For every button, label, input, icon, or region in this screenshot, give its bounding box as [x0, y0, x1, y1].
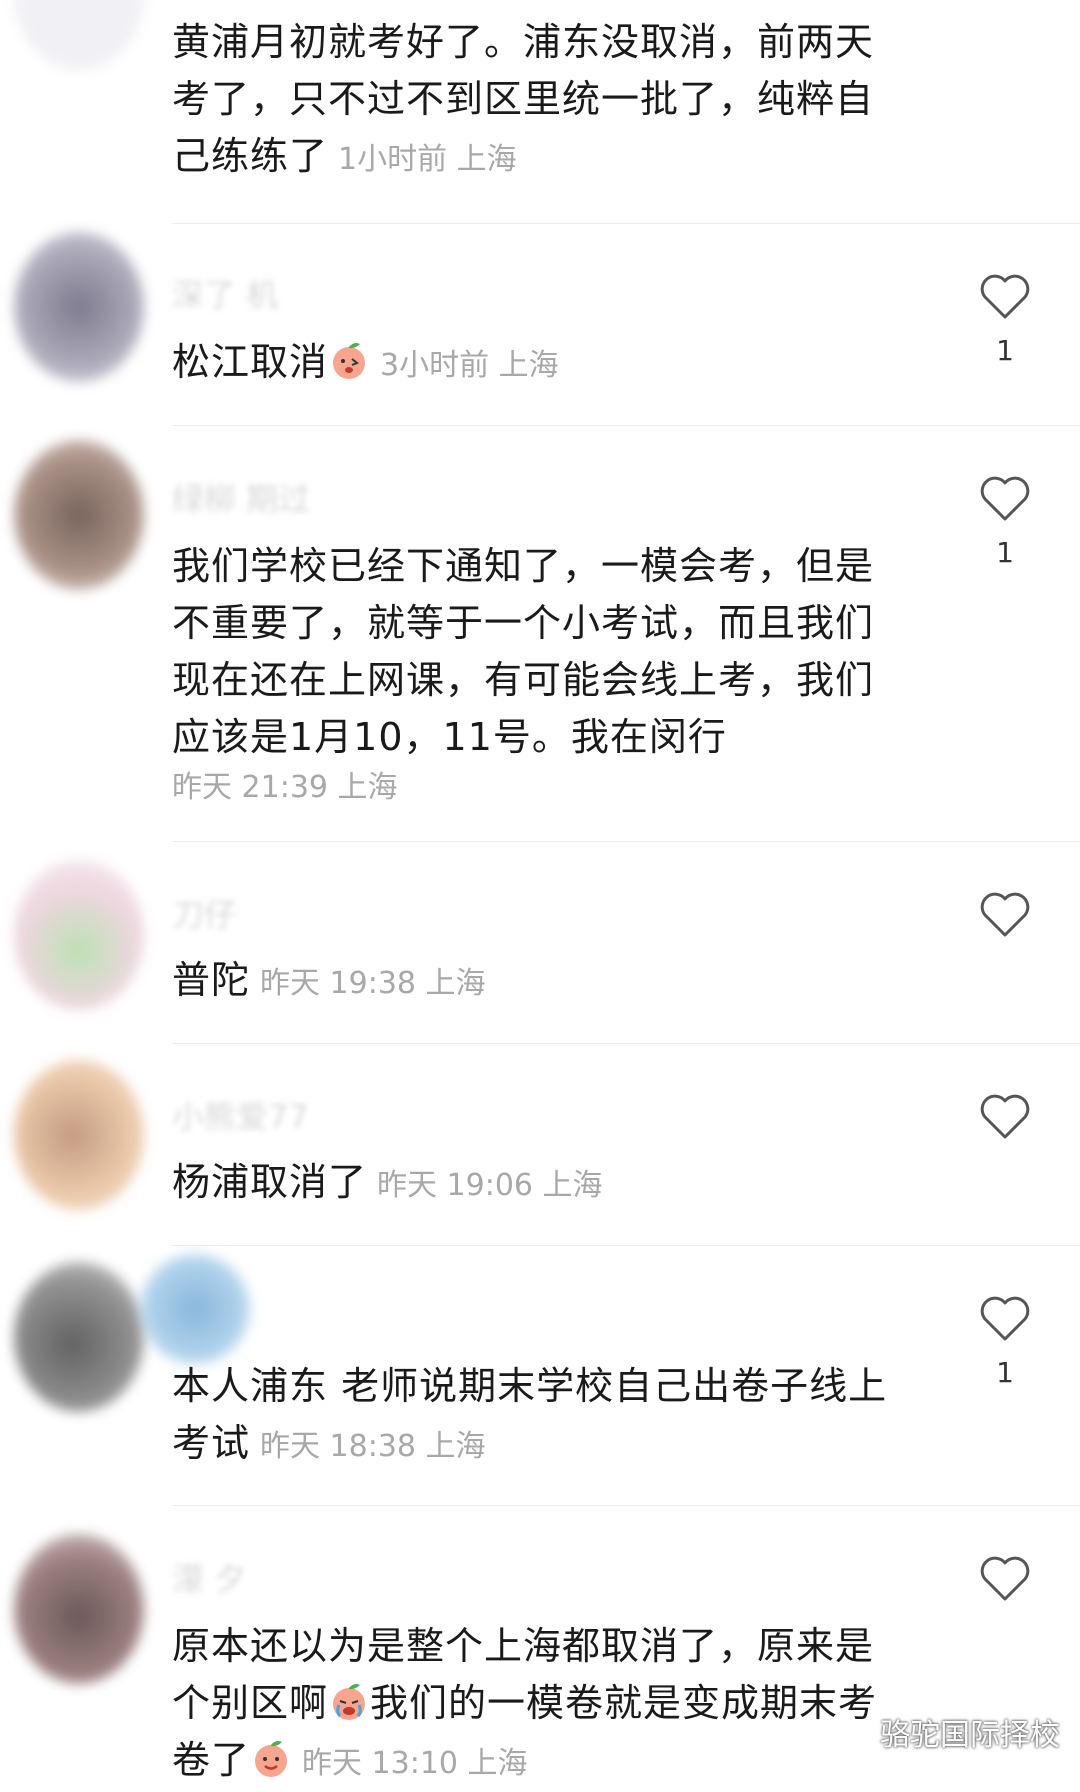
like-button[interactable] [975, 892, 1035, 952]
comment-text: 杨浦取消了 昨天 19:06 上海 [172, 1160, 603, 1204]
heart-outline-icon [980, 476, 1030, 521]
username[interactable]: 绿柳 期过 [172, 474, 310, 520]
avatar[interactable] [14, 232, 144, 382]
heart-outline-icon [980, 892, 1030, 937]
heart-outline-icon [980, 1296, 1030, 1341]
wechat-icon [832, 1717, 871, 1746]
watermark-text: 骆驼国际择校 [880, 1718, 1060, 1753]
comment-item: 绿柳 期过 我们学校已经下通知了，一模会考，但是不重要了，就等于一个小考试，而且… [0, 426, 1080, 842]
avatar[interactable] [14, 1534, 144, 1684]
avatar[interactable] [14, 440, 144, 590]
peach-emoji-icon [333, 343, 366, 379]
username[interactable]: 深了 机 [172, 270, 278, 316]
like-button[interactable]: 1 [975, 274, 1035, 367]
comment-text: 原本还以为是整个上海都取消了，原来是个别区啊 我们的一模卷就是变成期末考卷了 昨天 … [172, 1624, 878, 1782]
comment-text: 我们学校已经下通知了，一模会考，但是不重要了，就等于一个小考试，而且我们现在还在… [172, 538, 912, 810]
avatar[interactable] [14, 1262, 144, 1412]
heart-outline-icon [980, 1094, 1030, 1139]
avatar[interactable] [14, 1060, 144, 1210]
heart-outline-icon [980, 274, 1030, 319]
comment-text: 黄浦月初就考好了。浦东没取消，前两天考了，只不过不到区里统一批了，纯粹自己练练了… [172, 20, 875, 178]
like-button[interactable] [975, 1094, 1035, 1154]
comment-meta: 昨天 18:38 上海 [260, 1429, 486, 1464]
like-count: 1 [996, 334, 1014, 367]
comment-meta: 1小时前 上海 [338, 142, 517, 177]
comment-text: 本人浦东 老师说期末学校自己出卷子线上考试 昨天 18:38 上海 [172, 1364, 888, 1465]
like-button[interactable]: 1 [975, 1296, 1035, 1389]
comment-item: 本人浦东 老师说期末学校自己出卷子线上考试 昨天 18:38 上海 1 [0, 1246, 1080, 1506]
crying-peach-emoji-icon [333, 1684, 366, 1720]
comment-item: 小熊爱77 杨浦取消了 昨天 19:06 上海 [0, 1044, 1080, 1246]
avatar[interactable] [14, 0, 144, 70]
username[interactable]: 濛 夕 [172, 1554, 246, 1600]
comment-meta: 昨天 21:39 上海 [172, 770, 398, 805]
like-button[interactable]: 1 [975, 476, 1035, 569]
heart-outline-icon [980, 1556, 1030, 1601]
comment-text: 普陀 昨天 19:38 上海 [172, 958, 486, 1002]
comment-meta: 昨天 19:06 上海 [377, 1168, 603, 1203]
username[interactable]: 刀仔 [172, 890, 236, 936]
avatar[interactable] [14, 860, 144, 1010]
comment-meta: 昨天 19:38 上海 [260, 966, 486, 1001]
comment-meta: 昨天 13:10 上海 [302, 1746, 528, 1781]
like-button[interactable] [975, 1556, 1035, 1616]
like-count: 1 [996, 536, 1014, 569]
watermark: 骆驼国际择校 [832, 1710, 1060, 1754]
username[interactable]: 小熊爱77 [172, 1092, 309, 1138]
like-count: 1 [996, 1356, 1014, 1389]
comment-text: 松江取消 3小时前 上海 [172, 340, 559, 384]
peach-emoji-icon [255, 1741, 288, 1777]
avatar-badge [140, 1254, 250, 1364]
comment-item: 深了 机 松江取消 3小时前 上海 1 [0, 224, 1080, 426]
comment-item: 刀仔 普陀 昨天 19:38 上海 [0, 842, 1080, 1044]
comment-item: 黄浦月初就考好了。浦东没取消，前两天考了，只不过不到区里统一批了，纯粹自己练练了… [0, 0, 1080, 224]
comment-meta: 3小时前 上海 [380, 348, 559, 383]
